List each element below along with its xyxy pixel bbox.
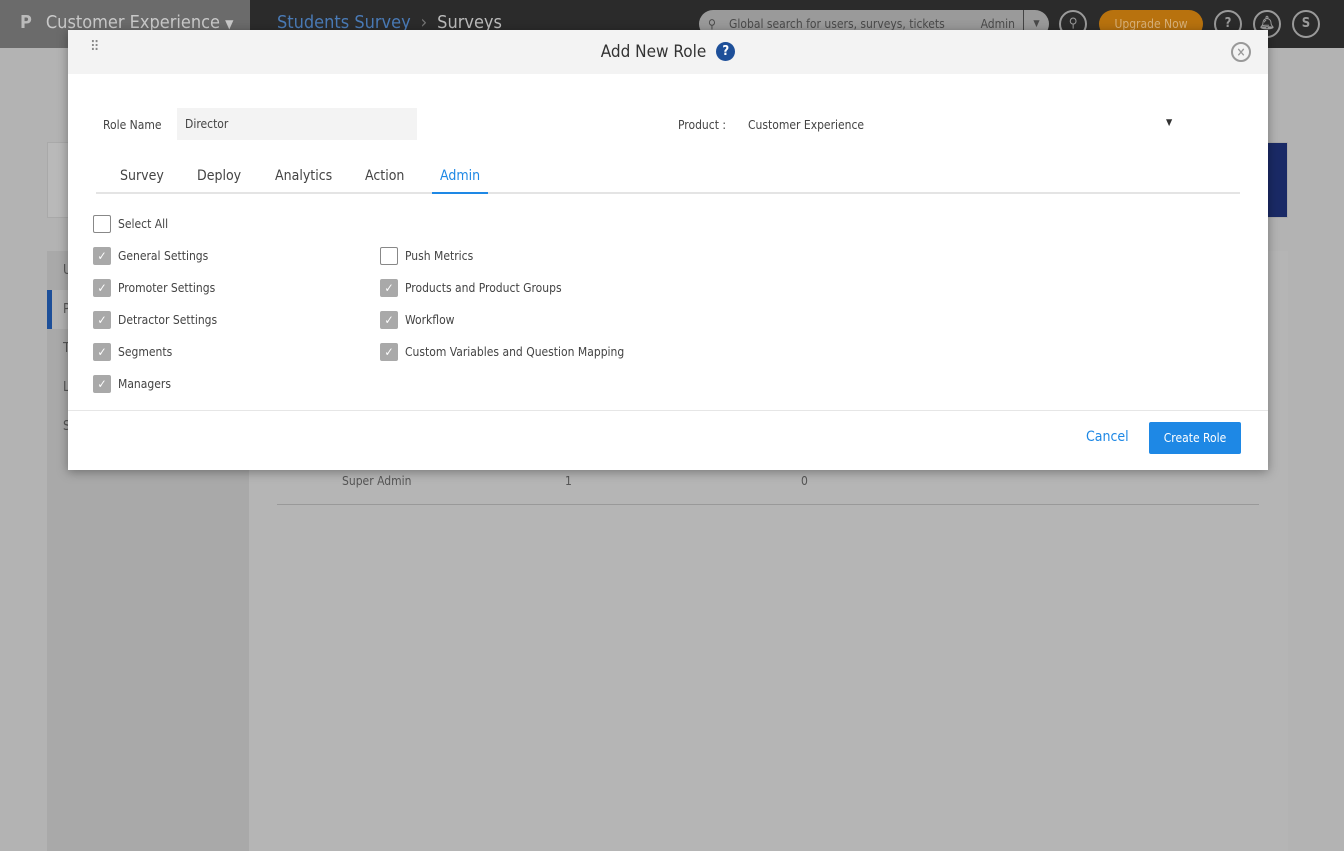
checkbox-select-all[interactable]: Select All <box>93 215 168 233</box>
checkbox-products-and-product-groups[interactable]: ✓ Products and Product Groups <box>380 279 562 297</box>
checkbox-push-metrics[interactable]: Push Metrics <box>380 247 473 265</box>
add-role-dialog: ⠿ Add New Role? × Role Name Director Pro… <box>68 30 1268 470</box>
role-name-label: Role Name <box>103 118 162 132</box>
checkbox-workflow[interactable]: ✓ Workflow <box>380 311 455 329</box>
role-name-input[interactable]: Director <box>177 108 417 140</box>
checkmark-icon[interactable]: ✓ <box>93 375 111 393</box>
chevron-down-icon: ▼ <box>225 17 234 31</box>
checkbox-label: General Settings <box>118 249 209 263</box>
cancel-button[interactable]: Cancel <box>1086 429 1129 445</box>
checkmark-icon[interactable]: ✓ <box>380 343 398 361</box>
table-row: Super Admin 1 0 <box>277 471 1259 505</box>
dialog-header: ⠿ Add New Role? × <box>68 30 1268 74</box>
product-select[interactable]: Customer Experience <box>748 118 864 132</box>
checkbox-box[interactable] <box>93 215 111 233</box>
checkbox-label: Custom Variables and Question Mapping <box>405 345 625 359</box>
checkbox-label: Push Metrics <box>405 249 474 263</box>
close-icon[interactable]: × <box>1231 42 1251 62</box>
checkbox-label: Detractor Settings <box>118 313 218 327</box>
checkbox-label: Managers <box>118 377 171 391</box>
permission-tabs: Survey Deploy Analytics Action Admin <box>96 162 1240 194</box>
logo: P <box>20 12 32 33</box>
avatar[interactable]: S <box>1292 10 1320 38</box>
tab-deploy[interactable]: Deploy <box>197 162 241 194</box>
checkbox-label: Segments <box>118 345 173 359</box>
checkmark-icon[interactable]: ✓ <box>380 311 398 329</box>
help-icon[interactable]: ? <box>716 42 736 61</box>
checkbox-managers[interactable]: ✓ Managers <box>93 375 171 393</box>
cell-role: Super Admin <box>342 474 412 488</box>
checkbox-label: Workflow <box>405 313 455 327</box>
checkbox-box[interactable] <box>380 247 398 265</box>
tab-admin[interactable]: Admin <box>432 162 489 194</box>
dialog-footer: Cancel Create Role <box>68 410 1268 470</box>
checkbox-detractor-settings[interactable]: ✓ Detractor Settings <box>93 311 217 329</box>
product-label: Product : <box>678 118 727 132</box>
tab-survey[interactable]: Survey <box>120 162 164 194</box>
checkmark-icon[interactable]: ✓ <box>93 279 111 297</box>
tab-action[interactable]: Action <box>365 162 404 194</box>
search-placeholder: Global search for users, surveys, ticket… <box>729 17 945 31</box>
checkbox-custom-variables-and-question-mapping[interactable]: ✓ Custom Variables and Question Mapping <box>380 343 624 361</box>
dialog-title: Add New Role <box>600 42 707 62</box>
checkbox-label: Promoter Settings <box>118 281 216 295</box>
checkbox-general-settings[interactable]: ✓ General Settings <box>93 247 208 265</box>
background-button <box>1267 143 1287 217</box>
checkbox-label: Products and Product Groups <box>405 281 562 295</box>
checkmark-icon[interactable]: ✓ <box>93 247 111 265</box>
chevron-down-icon[interactable]: ▼ <box>1166 118 1172 128</box>
tab-analytics[interactable]: Analytics <box>275 162 332 194</box>
checkmark-icon[interactable]: ✓ <box>380 279 398 297</box>
dialog-title-wrap: Add New Role? <box>68 30 1268 74</box>
cell-count: 0 <box>801 474 808 488</box>
checkbox-segments[interactable]: ✓ Segments <box>93 343 172 361</box>
checkmark-icon[interactable]: ✓ <box>93 311 111 329</box>
checkbox-label: Select All <box>118 217 169 231</box>
checkbox-promoter-settings[interactable]: ✓ Promoter Settings <box>93 279 215 297</box>
create-role-button[interactable]: Create Role <box>1149 422 1241 454</box>
checkmark-icon[interactable]: ✓ <box>93 343 111 361</box>
cell-users: 1 <box>565 474 572 488</box>
